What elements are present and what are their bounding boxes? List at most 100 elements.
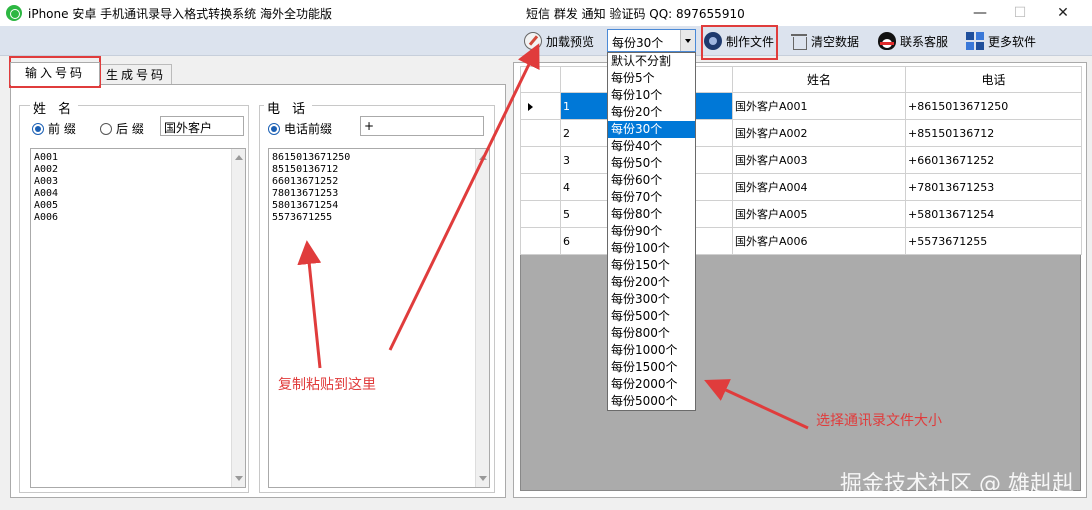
dropdown-option[interactable]: 默认不分割	[608, 53, 695, 70]
trash-icon	[791, 32, 807, 50]
grid-header-phone[interactable]: 电话	[905, 66, 1082, 93]
dropdown-option[interactable]: 每份1500个	[608, 359, 695, 376]
cell-phone[interactable]: +58013671254	[905, 200, 1082, 228]
cell-name[interactable]: 国外客户A003	[732, 146, 906, 174]
table-row[interactable]: 4 国外客户A004 +78013671253	[520, 173, 1082, 201]
cell-phone[interactable]: +85150136712	[905, 119, 1082, 147]
more-software-button[interactable]: 更多软件	[966, 30, 1036, 52]
split-size-value: 每份30个	[612, 36, 664, 50]
phones-textarea[interactable]: 8615013671250 85150136712 66013671252 78…	[268, 148, 490, 488]
phone-group: 电 话 电话前缀 + 8615013671250 85150136712 660…	[259, 98, 495, 493]
prefix-radio-label: 前 缀	[48, 122, 76, 136]
dropdown-option[interactable]: 每份5000个	[608, 393, 695, 410]
table-row[interactable]: 6 国外客户A006 +5573671255	[520, 227, 1082, 255]
row-header[interactable]	[520, 119, 561, 147]
names-scrollbar[interactable]	[231, 149, 245, 487]
phones-scrollbar[interactable]	[475, 149, 489, 487]
preview-grid[interactable]: 姓名 电话 1 国外客户A001 +8615013671250 2 国外客户A0…	[520, 66, 1082, 255]
watermark: 掘金技术社区 @ 雄赳赳	[840, 472, 1074, 497]
row-header[interactable]	[520, 227, 561, 255]
dropdown-option[interactable]: 每份200个	[608, 274, 695, 291]
scroll-up-icon[interactable]	[479, 155, 487, 160]
row-header[interactable]	[520, 92, 561, 120]
close-button[interactable]: ✕	[1048, 3, 1078, 23]
scroll-up-icon[interactable]	[235, 155, 243, 160]
dropdown-option[interactable]: 每份100个	[608, 240, 695, 257]
prefix-radio[interactable]: 前 缀	[32, 120, 76, 137]
radio-checked-icon	[32, 122, 44, 135]
scroll-down-icon[interactable]	[479, 476, 487, 481]
dropdown-option[interactable]: 每份70个	[608, 189, 695, 206]
tab-input-numbers[interactable]: 输入号码	[10, 62, 100, 85]
table-row[interactable]: 2 国外客户A002 +85150136712	[520, 119, 1082, 147]
name-group: 姓 名 前 缀 后 缀 国外客户 A001 A002 A003 A004 A00…	[19, 98, 249, 493]
cell-phone[interactable]: +5573671255	[905, 227, 1082, 255]
clear-data-label: 清空数据	[811, 34, 860, 49]
clear-data-button[interactable]: 清空数据	[791, 30, 859, 52]
toolbar: 加载预览 制作文件 清空数据 联系客服 更多软件	[0, 26, 1092, 56]
cell-name[interactable]: 国外客户A001	[732, 92, 906, 120]
row-header[interactable]	[520, 146, 561, 174]
split-size-select[interactable]: 每份30个	[607, 29, 696, 52]
cell-phone[interactable]: +66013671252	[905, 146, 1082, 174]
dropdown-option[interactable]: 每份500个	[608, 308, 695, 325]
phone-group-title: 电 话	[264, 98, 313, 117]
dropdown-option[interactable]: 每份5个	[608, 70, 695, 87]
phones-text: 8615013671250 85150136712 66013671252 78…	[272, 152, 351, 223]
preview-label: 加载预览	[546, 34, 595, 49]
name-group-title: 姓 名	[30, 98, 79, 117]
names-textarea[interactable]: A001 A002 A003 A004 A005 A006	[30, 148, 246, 488]
suffix-radio-label: 后 缀	[116, 122, 144, 136]
affix-input[interactable]: 国外客户	[160, 116, 244, 136]
tab-generate-numbers[interactable]: 生成号码	[100, 64, 172, 86]
windows-grid-icon	[966, 32, 984, 50]
chevron-down-icon[interactable]	[680, 30, 695, 51]
dropdown-option[interactable]: 每份50个	[608, 155, 695, 172]
maximize-button[interactable]: ☐	[1005, 3, 1035, 23]
whatsapp-icon	[6, 5, 22, 21]
radio-checked-icon	[268, 122, 280, 135]
row-header[interactable]	[520, 173, 561, 201]
contact-info: 短信 群发 通知 验证码 QQ: 897655910	[526, 7, 745, 21]
dropdown-option[interactable]: 每份40个	[608, 138, 695, 155]
dropdown-option[interactable]: 每份300个	[608, 291, 695, 308]
phone-prefix-radio[interactable]: 电话前缀	[268, 120, 332, 137]
dropdown-option[interactable]: 每份30个	[608, 121, 695, 138]
current-row-icon	[528, 103, 533, 111]
table-row[interactable]: 3 国外客户A003 +66013671252	[520, 146, 1082, 174]
more-software-label: 更多软件	[988, 34, 1037, 49]
annotation-choose-size: 选择通讯录文件大小	[816, 413, 942, 429]
cell-name[interactable]: 国外客户A005	[732, 200, 906, 228]
grid-corner-cell	[520, 66, 561, 93]
dropdown-option[interactable]: 每份800个	[608, 325, 695, 342]
dropdown-option[interactable]: 每份80个	[608, 206, 695, 223]
dropdown-option[interactable]: 每份1000个	[608, 342, 695, 359]
dropdown-option[interactable]: 每份90个	[608, 223, 695, 240]
minimize-button[interactable]: —	[965, 3, 995, 23]
phone-prefix-input[interactable]: +	[360, 116, 484, 136]
grid-header-row: 姓名 电话	[520, 66, 1082, 93]
radio-unchecked-icon	[100, 122, 112, 135]
cell-phone[interactable]: +8615013671250	[905, 92, 1082, 120]
title-bar: iPhone 安卓 手机通讯录导入格式转换系统 海外全功能版 短信 群发 通知 …	[0, 0, 1092, 26]
contact-support-button[interactable]: 联系客服	[878, 30, 948, 52]
split-size-dropdown-list[interactable]: 默认不分割 每份5个 每份10个 每份20个 每份30个 每份40个 每份50个 每份60个每…	[607, 52, 696, 411]
cell-name[interactable]: 国外客户A002	[732, 119, 906, 147]
cell-phone[interactable]: +78013671253	[905, 173, 1082, 201]
grid-header-name[interactable]: 姓名	[732, 66, 906, 93]
table-row[interactable]: 1 国外客户A001 +8615013671250	[520, 92, 1082, 120]
cell-name[interactable]: 国外客户A004	[732, 173, 906, 201]
scroll-down-icon[interactable]	[235, 476, 243, 481]
dropdown-option[interactable]: 每份150个	[608, 257, 695, 274]
dropdown-option[interactable]: 每份60个	[608, 172, 695, 189]
table-row[interactable]: 5 国外客户A005 +58013671254	[520, 200, 1082, 228]
cell-name[interactable]: 国外客户A006	[732, 227, 906, 255]
dropdown-option[interactable]: 每份20个	[608, 104, 695, 121]
dropdown-option[interactable]: 每份2000个	[608, 376, 695, 393]
names-text: A001 A002 A003 A004 A005 A006	[34, 152, 59, 223]
preview-button[interactable]: 加载预览	[524, 30, 594, 52]
row-header[interactable]	[520, 200, 561, 228]
dropdown-option[interactable]: 每份10个	[608, 87, 695, 104]
input-tab-panel: 姓 名 前 缀 后 缀 国外客户 A001 A002 A003 A004 A00…	[10, 84, 506, 498]
suffix-radio[interactable]: 后 缀	[100, 120, 144, 137]
